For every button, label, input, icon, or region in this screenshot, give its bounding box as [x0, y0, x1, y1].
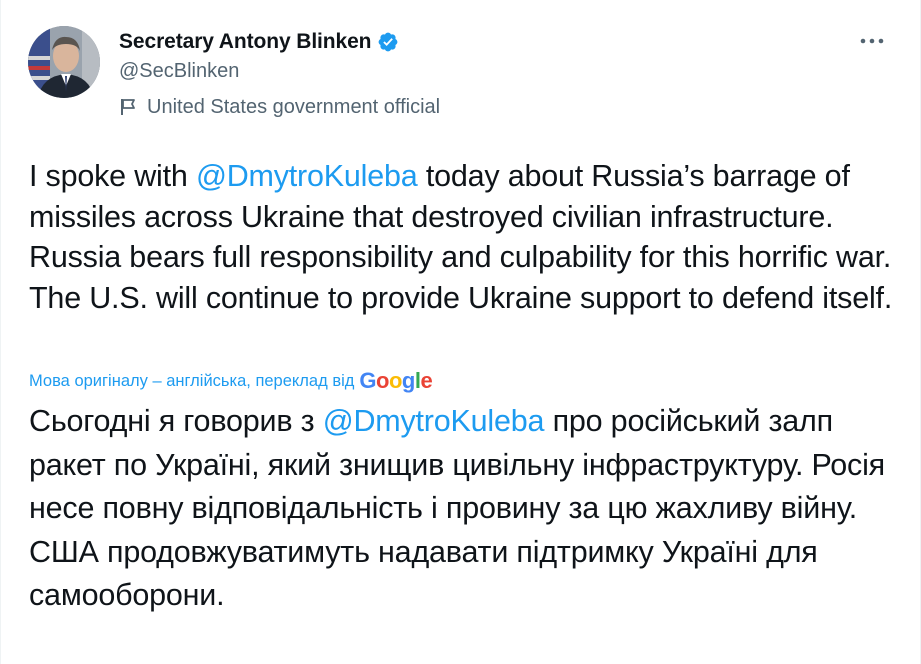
more-options-icon [860, 38, 884, 44]
more-options-button[interactable] [854, 28, 890, 54]
government-flag-icon [119, 97, 139, 117]
account-label: United States government official [147, 95, 441, 118]
tweet-text: I spoke with @DmytroKuleba today about R… [29, 156, 899, 318]
author-display-name[interactable]: Secretary Antony Blinken [119, 30, 372, 54]
tweet-text-part: I spoke with [29, 159, 196, 193]
account-label-row: United States government official [119, 94, 440, 120]
avatar-portrait [28, 26, 100, 98]
translated-text: Сьогодні я говорив з @DmytroKuleba про р… [29, 400, 899, 618]
verified-badge-icon [377, 31, 399, 53]
google-logo: Google [359, 368, 433, 393]
translation-label-link[interactable]: Мова оригіналу – англійська, переклад ві… [29, 372, 354, 391]
translation-attribution: Мова оригіналу – англійська, переклад ві… [29, 368, 433, 394]
mention-link[interactable]: @DmytroKuleba [196, 159, 418, 193]
translated-mention-link[interactable]: @DmytroKuleba [323, 404, 545, 438]
author-handle[interactable]: @SecBlinken [119, 60, 239, 83]
avatar[interactable] [28, 26, 100, 98]
tweet-card: Secretary Antony Blinken @SecBlinken Uni… [0, 0, 921, 664]
author-name-row: Secretary Antony Blinken [119, 29, 399, 55]
translated-text-part: Сьогодні я говорив з [29, 404, 323, 438]
